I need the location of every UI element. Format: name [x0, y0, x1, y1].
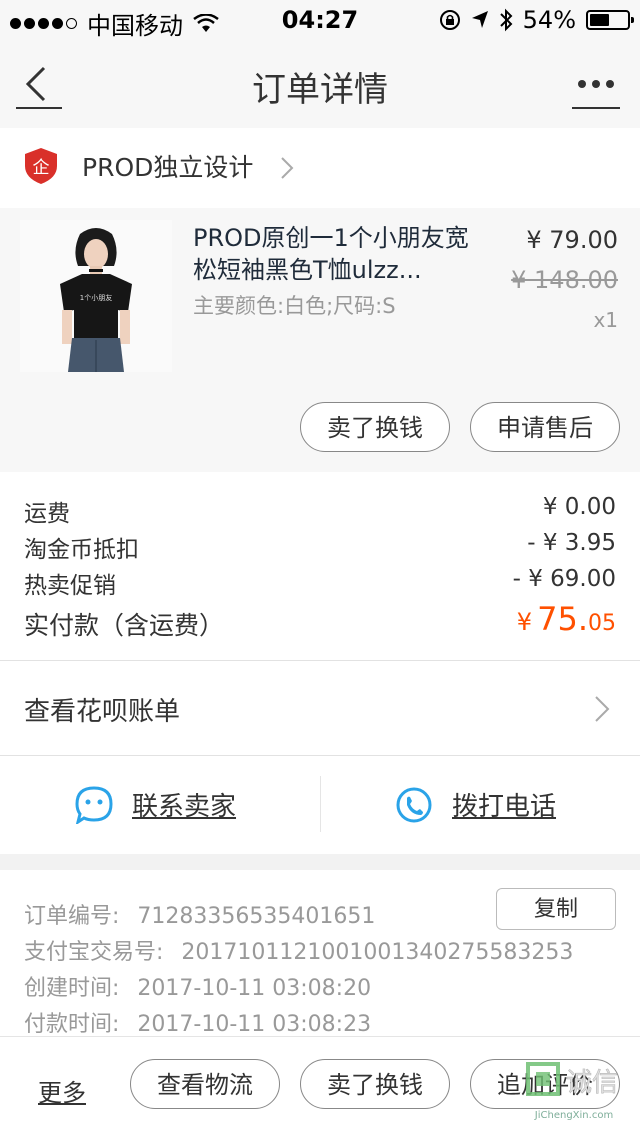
- product-quantity: x1: [593, 308, 618, 332]
- paid-integer: 75.: [537, 600, 588, 638]
- sell-for-cash-button[interactable]: 卖了换钱: [300, 402, 450, 452]
- chevron-right-icon: [595, 696, 610, 722]
- fee-value: ¥ 0.00: [542, 494, 616, 520]
- shop-logo-text: 企: [33, 158, 50, 178]
- status-right: 54%: [439, 6, 634, 34]
- fee-summary: 运费 ¥ 0.00 淘金币抵扣 - ¥ 3.95 热卖促销 - ¥ 69.00 …: [0, 472, 640, 661]
- copy-button[interactable]: 复制: [496, 888, 616, 930]
- call-phone-link[interactable]: 拨打电话: [452, 786, 556, 823]
- more-link[interactable]: 更多: [38, 1073, 86, 1108]
- info-label: 创建时间:: [24, 976, 120, 1001]
- view-logistics-button[interactable]: 查看物流: [130, 1059, 280, 1109]
- site-watermark: 诚信 JiChengXin.com: [518, 1056, 630, 1128]
- paid-amount-value: ¥ 75.05: [517, 600, 616, 638]
- location-icon: [471, 11, 488, 28]
- order-number-row: 订单编号: 71283356535401651: [24, 898, 375, 930]
- phone-icon[interactable]: [394, 786, 434, 824]
- paid-currency: ¥: [516, 608, 533, 636]
- fee-row-promotion: 热卖促销 - ¥ 69.00: [0, 566, 640, 602]
- watermark-glyphs: 诚信: [566, 1068, 618, 1098]
- contact-divider: [320, 776, 321, 832]
- paid-time-row: 付款时间: 2017-10-11 03:08:23: [24, 1006, 371, 1038]
- shop-name: PROD独立设计: [82, 153, 254, 182]
- order-info: 订单编号: 71283356535401651 支付宝交易号: 2017101121…: [0, 870, 640, 1040]
- watermark-logo-icon: 诚信: [526, 1062, 618, 1098]
- product-spec: 主要颜色:白色;尺码:S: [193, 294, 396, 318]
- status-bar: 中国移动 04:27 54%: [0, 0, 640, 40]
- more-dots-icon[interactable]: [572, 62, 620, 110]
- watermark-url: JiChengXin.com: [534, 1110, 614, 1121]
- fee-label: 淘金币抵扣: [24, 537, 139, 563]
- chat-bubble-icon[interactable]: [74, 786, 114, 824]
- alipay-trade-number-row: 支付宝交易号: 2017101121001001340275583253: [24, 934, 573, 966]
- orientation-lock-icon: [439, 10, 460, 30]
- shirt-print-text: 1个小朋友: [80, 293, 112, 302]
- shop-logo-icon: 企: [25, 148, 57, 184]
- fee-row-coin-discount: 淘金币抵扣 - ¥ 3.95: [0, 530, 640, 566]
- alipay-trade-number-value: 2017101121001001340275583253: [181, 940, 574, 965]
- product-title[interactable]: PROD原创一1个小朋友宽松短袖黑色T恤ulzz...: [193, 222, 483, 286]
- contact-row: 联系卖家 拨打电话: [0, 756, 640, 854]
- paid-amount-label: 实付款（含运费）: [24, 611, 225, 640]
- navigation-bar: 订单详情: [0, 40, 640, 128]
- product-image: 1个小朋友: [20, 220, 172, 372]
- bluetooth-icon: [499, 8, 513, 32]
- chevron-right-icon: [281, 157, 294, 179]
- product-thumbnail[interactable]: 1个小朋友: [20, 220, 172, 372]
- product-price: ¥ 79.00: [526, 226, 618, 254]
- info-label: 订单编号:: [24, 904, 120, 929]
- info-label: 支付宝交易号:: [24, 940, 164, 965]
- huabei-bill-row[interactable]: 查看花呗账单: [0, 661, 640, 756]
- info-label: 付款时间:: [24, 1012, 120, 1037]
- huabei-bill-label: 查看花呗账单: [24, 697, 181, 727]
- apply-after-sales-button[interactable]: 申请售后: [470, 402, 620, 452]
- fee-label: 运费: [24, 501, 70, 527]
- sell-for-cash-bottom-button[interactable]: 卖了换钱: [300, 1059, 450, 1109]
- fee-row-shipping: 运费 ¥ 0.00: [0, 494, 640, 530]
- created-time-value: 2017-10-11 03:08:20: [137, 976, 372, 1001]
- created-time-row: 创建时间: 2017-10-11 03:08:20: [24, 970, 371, 1002]
- contact-seller-link[interactable]: 联系卖家: [132, 786, 236, 823]
- product-original-price: ¥ 148.00: [511, 266, 618, 294]
- battery-icon: [586, 10, 634, 30]
- paid-time-value: 2017-10-11 03:08:23: [137, 1012, 372, 1037]
- page-title: 订单详情: [252, 70, 388, 110]
- order-number-value: 71283356535401651: [137, 904, 376, 929]
- battery-percent: 54%: [522, 6, 576, 34]
- order-item: 1个小朋友 PROD原创一1个小朋友宽松短袖黑色T恤ulzz... 主要颜色:白…: [0, 208, 640, 472]
- paid-decimal: 05: [588, 611, 616, 636]
- fee-label: 热卖促销: [24, 573, 116, 599]
- fee-value: - ¥ 69.00: [512, 566, 616, 592]
- shop-row[interactable]: 企 PROD独立设计: [0, 128, 640, 208]
- fee-value: - ¥ 3.95: [527, 530, 616, 556]
